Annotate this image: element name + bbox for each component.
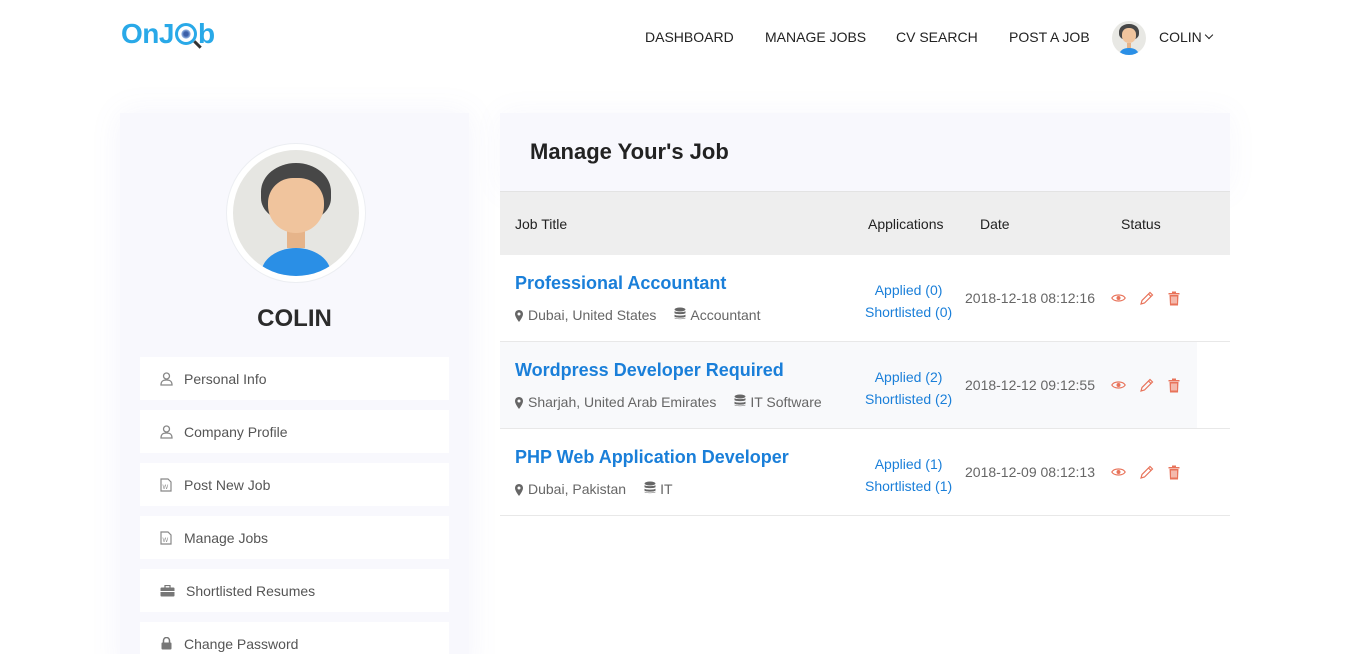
magnifier-icon (174, 23, 197, 45)
panel-header: Manage Your's Job (500, 113, 1230, 192)
profile-avatar (233, 150, 359, 276)
nav-manage-jobs[interactable]: MANAGE JOBS (765, 29, 866, 45)
header-user-name: COLIN (1159, 29, 1202, 45)
job-date: 2018-12-18 08:12:16 (965, 290, 1095, 306)
user-icon (159, 371, 173, 386)
row-actions (1110, 290, 1194, 306)
sidebar-item-manage-jobs[interactable]: W Manage Jobs (140, 516, 449, 559)
sidebar-item-personal-info[interactable]: Personal Info (140, 357, 449, 400)
job-date: 2018-12-12 09:12:55 (965, 377, 1095, 393)
edit-pencil-icon[interactable] (1138, 377, 1154, 393)
job-title-link[interactable]: PHP Web Application Developer (515, 447, 789, 468)
sidebar-item-label: Company Profile (184, 423, 288, 440)
manage-jobs-panel: Manage Your's Job Job Title Applications… (500, 113, 1230, 533)
row-actions (1110, 377, 1194, 393)
row-actions (1110, 464, 1194, 480)
map-marker-icon (515, 396, 523, 409)
shortlisted-link[interactable]: Shortlisted (1) (865, 475, 952, 497)
delete-trash-icon[interactable] (1166, 290, 1182, 306)
edit-pencil-icon[interactable] (1138, 290, 1154, 306)
view-eye-icon[interactable] (1110, 290, 1126, 306)
onjob-logo[interactable]: OnJ b (121, 18, 215, 50)
document-icon: W (159, 477, 173, 492)
profile-sidebar: COLIN Personal Info Company Profile W Po… (120, 113, 469, 654)
document-icon: W (159, 530, 173, 545)
map-marker-icon (515, 309, 523, 322)
sidebar-item-label: Shortlisted Resumes (186, 582, 316, 599)
col-applications: Applications (868, 216, 944, 232)
job-title-link[interactable]: Professional Accountant (515, 273, 726, 294)
col-status: Status (1121, 216, 1161, 232)
job-meta: Dubai, United States Accountant (515, 307, 760, 323)
applied-link[interactable]: Applied (1) (865, 453, 952, 475)
job-location: Sharjah, United Arab Emirates (528, 394, 717, 410)
svg-text:W: W (163, 538, 169, 544)
logo-text-prefix: OnJ (121, 18, 174, 49)
table-row: Wordpress Developer Required Sharjah, Un… (500, 342, 1230, 429)
top-header: OnJ b DASHBOARD MANAGE JOBS CV SEARCH POS… (0, 0, 1349, 75)
database-icon (644, 481, 656, 497)
database-icon (674, 307, 686, 323)
shortlisted-link[interactable]: Shortlisted (0) (865, 301, 952, 323)
delete-trash-icon[interactable] (1166, 377, 1182, 393)
map-marker-icon (515, 483, 523, 496)
delete-trash-icon[interactable] (1166, 464, 1182, 480)
applied-link[interactable]: Applied (0) (865, 279, 952, 301)
sidebar-item-shortlisted-resumes[interactable]: Shortlisted Resumes (140, 569, 449, 612)
nav-post-a-job[interactable]: POST A JOB (1009, 29, 1090, 45)
shortlisted-link[interactable]: Shortlisted (2) (865, 388, 952, 410)
chevron-down-icon (1204, 30, 1214, 40)
applications-cell: Applied (1) Shortlisted (1) (865, 453, 952, 497)
briefcase-icon (159, 584, 175, 598)
table-row: Professional Accountant Dubai, United St… (500, 255, 1230, 342)
view-eye-icon[interactable] (1110, 377, 1126, 393)
sidebar-item-company-profile[interactable]: Company Profile (140, 410, 449, 453)
job-date: 2018-12-09 08:12:13 (965, 464, 1095, 480)
user-icon (159, 424, 173, 439)
table-header: Job Title Applications Date Status (500, 192, 1230, 255)
user-menu-toggle[interactable]: COLIN (1159, 29, 1214, 45)
view-eye-icon[interactable] (1110, 464, 1126, 480)
sidebar-item-label: Post New Job (184, 476, 271, 493)
job-location: Dubai, United States (528, 307, 657, 323)
applications-cell: Applied (0) Shortlisted (0) (865, 279, 952, 323)
sidebar-menu: Personal Info Company Profile W Post New… (140, 357, 449, 654)
applications-cell: Applied (2) Shortlisted (2) (865, 366, 952, 410)
job-meta: Dubai, Pakistan IT (515, 481, 673, 497)
svg-text:W: W (163, 485, 169, 491)
sidebar-item-change-password[interactable]: Change Password (140, 622, 449, 654)
sidebar-item-label: Personal Info (184, 370, 267, 387)
database-icon (734, 394, 746, 410)
nav-cv-search[interactable]: CV SEARCH (896, 29, 978, 45)
applied-link[interactable]: Applied (2) (865, 366, 952, 388)
col-job-title: Job Title (515, 216, 568, 232)
profile-name: COLIN (257, 305, 332, 332)
job-location: Dubai, Pakistan (528, 481, 627, 497)
page-title: Manage Your's Job (530, 139, 729, 164)
lock-icon (159, 637, 173, 651)
job-title-link[interactable]: Wordpress Developer Required (515, 360, 784, 381)
job-category: IT Software (750, 394, 822, 410)
job-category: Accountant (690, 307, 761, 323)
col-date: Date (980, 216, 1010, 232)
sidebar-item-post-new-job[interactable]: W Post New Job (140, 463, 449, 506)
edit-pencil-icon[interactable] (1138, 464, 1154, 480)
job-meta: Sharjah, United Arab Emirates IT Softwar… (515, 394, 822, 410)
nav-dashboard[interactable]: DASHBOARD (645, 29, 734, 45)
sidebar-item-label: Change Password (184, 635, 299, 652)
job-category: IT (660, 481, 673, 497)
header-avatar[interactable] (1112, 21, 1146, 55)
profile-avatar-ring (226, 143, 366, 283)
table-row: PHP Web Application Developer Dubai, Pak… (500, 429, 1230, 516)
sidebar-item-label: Manage Jobs (184, 529, 269, 546)
